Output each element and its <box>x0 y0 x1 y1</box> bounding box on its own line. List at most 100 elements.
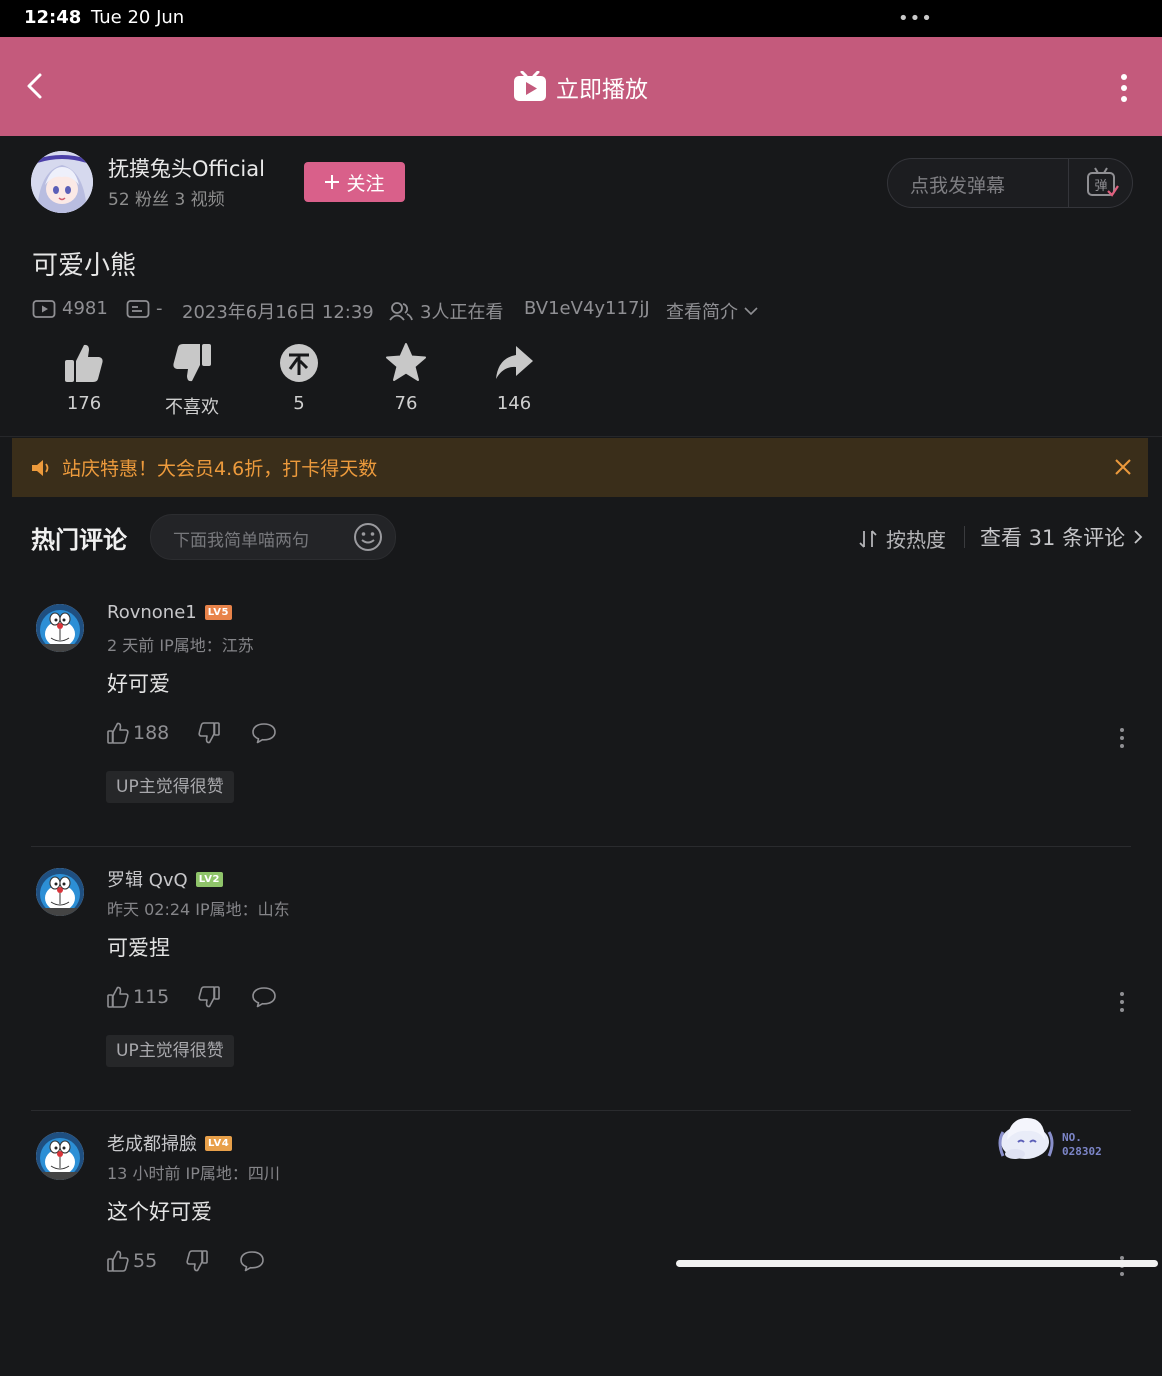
comment-like-count: 55 <box>133 1250 158 1272</box>
comment-meta: 昨天 02:24 IP属地：山东 <box>107 900 290 919</box>
status-bar: 12:48 Tue 20 Jun ••• <box>0 0 1162 37</box>
thumbs-down-outline-icon <box>186 1250 208 1272</box>
header-separator <box>964 526 965 548</box>
comment-like-button[interactable]: 188 <box>106 721 169 745</box>
reply-bubble-icon <box>252 987 277 1008</box>
hot-comments-title: 热门评论 <box>31 526 127 554</box>
chevron-right-icon <box>1134 530 1143 544</box>
bvid[interactable]: BV1eV4y117jJ <box>524 298 650 319</box>
danmaku-placeholder: 点我发弹幕 <box>910 175 1006 197</box>
status-time: 12:48 <box>24 7 82 28</box>
comment-dislike-button[interactable] <box>185 1249 209 1273</box>
sort-icon <box>859 529 877 548</box>
play-now-button[interactable]: 立即播放 <box>512 69 648 105</box>
level-badge: LV4 <box>205 1135 233 1151</box>
close-icon[interactable] <box>1112 456 1134 478</box>
comment-dislike-button[interactable] <box>197 985 221 1009</box>
watching-now: 3人正在看 <box>388 298 503 324</box>
like-button[interactable]: 176 <box>39 341 129 414</box>
comment-item: 老成都掃臉 LV4 13 小时前 IP属地：四川 这个好可爱 55 <box>0 1112 1162 1376</box>
fan-badge-line1: NO. <box>1062 1131 1082 1144</box>
comment-item: 罗辑 QvQ LV2 昨天 02:24 IP属地：山东 可爱捏 115 UP主觉… <box>0 848 1162 1112</box>
fan-badge-line2: 028302 <box>1062 1145 1102 1158</box>
commenter-name-row: Rovnone1 LV5 <box>107 602 232 623</box>
play-count-icon <box>32 299 56 318</box>
fan-badge-number: NO. 028302 <box>1062 1131 1102 1159</box>
commenter-avatar[interactable] <box>36 604 84 652</box>
danmaku-toggle-button[interactable]: 弹 <box>1084 166 1120 200</box>
view-all-label: 查看 31 条评论 <box>980 526 1126 550</box>
commenter-avatar[interactable] <box>36 868 84 916</box>
comment-divider <box>31 846 1131 847</box>
comment-actions: 115 <box>106 985 277 1009</box>
dislike-button[interactable]: 不喜欢 <box>147 341 237 419</box>
comment-reply-button[interactable] <box>251 721 277 745</box>
view-intro-button[interactable]: 查看简介 <box>666 298 758 324</box>
thumbs-down-outline-icon <box>198 722 221 744</box>
comment-dislike-button[interactable] <box>197 721 221 745</box>
commenter-name[interactable]: Rovnone1 <box>107 602 197 623</box>
comment-actions: 188 <box>106 721 277 745</box>
thumbs-up-outline-icon <box>107 1250 129 1272</box>
coin-icon <box>280 344 318 382</box>
reply-bubble-icon <box>252 723 277 744</box>
back-button[interactable] <box>24 63 48 109</box>
follow-button[interactable]: 关注 <box>304 162 405 202</box>
danmaku-input[interactable]: 点我发弹幕 弹 <box>887 158 1133 208</box>
publish-time: 2023年6月16日 12:39 <box>182 302 374 323</box>
coin-count: 5 <box>293 393 305 414</box>
commenter-name[interactable]: 罗辑 QvQ <box>107 866 188 892</box>
view-intro-label: 查看简介 <box>666 302 738 323</box>
more-vertical-icon <box>1121 74 1127 102</box>
emoji-icon[interactable] <box>353 522 383 552</box>
comment-more-button[interactable] <box>1112 726 1132 750</box>
promo-banner[interactable]: 站庆特惠！大会员4.6折，打卡得天数 <box>12 438 1148 497</box>
follow-label: 关注 <box>346 172 385 195</box>
author-stats: 52 粉丝 3 视频 <box>108 190 225 210</box>
commenter-name-row: 老成都掃臉 LV4 <box>107 1130 233 1156</box>
plus-icon <box>325 175 340 189</box>
comment-actions: 55 <box>106 1249 265 1273</box>
multitask-dots[interactable]: ••• <box>898 8 933 29</box>
share-arrow-icon <box>496 346 533 379</box>
comment-more-button[interactable] <box>1112 990 1132 1014</box>
watching-now-label: 3人正在看 <box>420 302 504 323</box>
video-title: 可爱小熊 <box>32 251 137 281</box>
author-name[interactable]: 抚摸兔头Official <box>108 153 265 183</box>
comment-reply-button[interactable] <box>239 1249 265 1273</box>
thumbs-up-outline-icon <box>107 986 129 1008</box>
commenter-name[interactable]: 老成都掃臉 <box>107 1130 197 1156</box>
coin-button[interactable]: 5 <box>254 341 344 414</box>
home-indicator[interactable] <box>676 1260 1158 1267</box>
view-count-value: 4981 <box>62 298 108 319</box>
comment-meta: 13 小时前 IP属地：四川 <box>107 1164 280 1183</box>
author-avatar[interactable] <box>31 151 93 213</box>
sort-by-hot-button[interactable]: 按热度 <box>858 524 946 553</box>
danmaku-count: - <box>126 298 163 319</box>
play-now-label: 立即播放 <box>556 77 648 103</box>
comment-meta: 2 天前 IP属地：江苏 <box>107 636 254 655</box>
share-count: 146 <box>496 393 532 414</box>
danmaku-tv-icon: 弹 <box>1087 167 1119 197</box>
share-button[interactable]: 146 <box>469 341 559 414</box>
thumbs-down-icon <box>173 344 211 382</box>
comment-input-placeholder: 下面我简单喵两句 <box>173 531 309 551</box>
comment-like-button[interactable]: 115 <box>106 985 169 1009</box>
commenter-avatar[interactable] <box>36 1132 84 1180</box>
favorite-count: 76 <box>394 393 418 414</box>
star-icon <box>386 343 426 381</box>
dislike-label: 不喜欢 <box>165 397 219 418</box>
thumbs-up-icon <box>65 344 103 382</box>
more-options-button[interactable] <box>1114 73 1134 103</box>
favorite-button[interactable]: 76 <box>361 341 451 414</box>
comment-like-button[interactable]: 55 <box>106 1249 157 1273</box>
thumbs-up-outline-icon <box>107 722 129 744</box>
comment-like-count: 115 <box>133 986 170 1008</box>
chevron-left-icon <box>27 73 42 99</box>
comment-reply-button[interactable] <box>251 985 277 1009</box>
comment-input[interactable]: 下面我简单喵两句 <box>150 514 396 560</box>
doraemon-avatar-icon <box>36 1132 84 1180</box>
promo-text: 站庆特惠！大会员4.6折，打卡得天数 <box>62 458 378 480</box>
doraemon-avatar-icon <box>36 604 84 652</box>
view-all-comments-button[interactable]: 查看 31 条评论 <box>980 522 1143 552</box>
